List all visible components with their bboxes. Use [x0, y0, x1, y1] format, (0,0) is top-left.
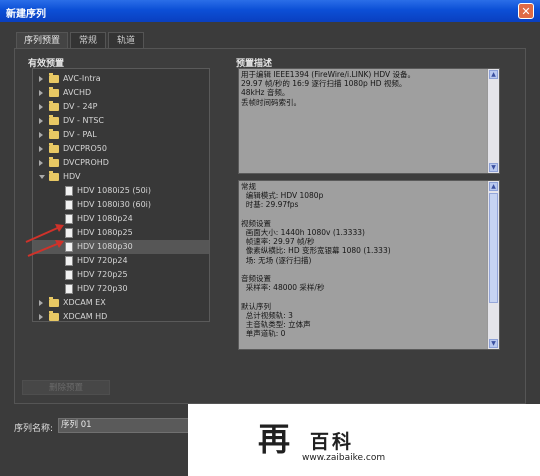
- watermark-box: [188, 404, 540, 476]
- watermark-brand: 百科: [310, 431, 355, 453]
- red-arrow-icon: [27, 240, 64, 257]
- red-arrow-icon: [25, 224, 64, 243]
- watermark-logo: 再: [258, 420, 291, 458]
- new-sequence-dialog: 新建序列 ✕ 序列预置 常规 轨道 有效预置 预置描述 AVC-Intra AVC…: [0, 0, 540, 476]
- watermark-url: www.zaibaike.com: [302, 453, 386, 463]
